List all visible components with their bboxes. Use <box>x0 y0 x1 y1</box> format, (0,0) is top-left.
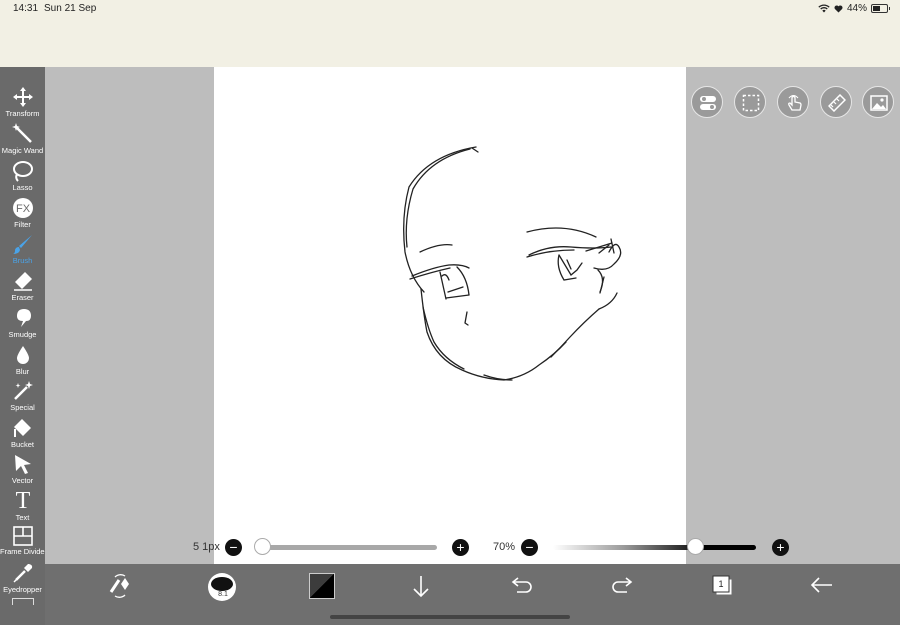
tool-label: Smudge <box>8 330 37 339</box>
svg-text:8.1: 8.1 <box>218 591 228 598</box>
tool-blur[interactable]: Blur <box>0 344 45 376</box>
toggle-icon <box>700 96 716 110</box>
tool-filter[interactable]: FX Filter <box>0 197 45 229</box>
droplet-icon <box>16 346 29 364</box>
status-time: 14:31 <box>13 3 39 14</box>
ruler-icon <box>828 94 846 112</box>
tool-lasso[interactable]: Lasso <box>0 160 45 192</box>
image-icon <box>870 95 888 111</box>
status-bar: 14:31 Sun 21 Sep 44% <box>0 0 900 67</box>
layers-button[interactable]: 1 <box>711 574 735 620</box>
eraser-icon <box>13 272 32 291</box>
drawing-canvas[interactable] <box>214 67 686 605</box>
size-plus-button[interactable]: + <box>452 539 469 556</box>
redo-button[interactable] <box>611 576 633 622</box>
heart-icon <box>834 4 843 13</box>
tool-label: Magic Wand <box>1 146 44 155</box>
eyedropper-icon <box>12 564 32 583</box>
tool-special[interactable]: Special <box>0 380 45 412</box>
quick-ruler-button[interactable] <box>820 86 852 118</box>
tool-bucket[interactable]: Bucket <box>0 417 45 449</box>
fx-icon: FX <box>12 198 33 218</box>
tool-label: Blur <box>15 367 30 376</box>
svg-text:1: 1 <box>718 579 723 589</box>
cursor-arrow-icon <box>14 455 31 474</box>
swap-tool-icon <box>109 574 129 598</box>
opacity-slider-knob[interactable] <box>687 538 705 555</box>
text-icon: T <box>15 488 30 512</box>
tool-label: Eraser <box>11 293 34 302</box>
opacity-value: 70% <box>493 541 516 553</box>
sketch-drawing <box>403 146 622 381</box>
tool-text[interactable]: T Text <box>0 488 45 522</box>
tool-eraser[interactable]: Eraser <box>0 270 45 302</box>
tool-label: Special <box>10 403 35 412</box>
wifi-icon <box>818 4 830 13</box>
tool-sidebar: Transform Magic Wand Lasso FX Filter Bru… <box>0 67 48 625</box>
tool-label: Vector <box>11 476 34 485</box>
redo-icon <box>612 577 633 593</box>
sparkle-pen-icon <box>13 381 33 400</box>
move-arrows-icon <box>12 87 33 107</box>
home-indicator <box>330 615 570 619</box>
tool-label: Bucket <box>11 440 34 449</box>
size-slider[interactable] <box>262 545 437 550</box>
quick-toggle-button[interactable] <box>691 86 723 118</box>
hand-touch-icon <box>788 94 802 111</box>
size-minus-button[interactable]: − <box>225 539 242 556</box>
download-arrow-icon <box>413 576 429 598</box>
lasso-icon <box>12 161 33 182</box>
back-arrow-icon <box>810 577 832 593</box>
frame-divider-icon <box>12 526 33 546</box>
tool-label: Brush <box>12 256 33 265</box>
tool-brush[interactable]: Brush <box>0 233 45 265</box>
tool-eyedropper[interactable]: Eyedropper <box>0 562 45 594</box>
quick-selection-button[interactable] <box>734 86 766 118</box>
swap-tool-button[interactable] <box>107 574 133 620</box>
tool-label: Frame Divider <box>0 547 48 556</box>
tool-label: Transform <box>5 109 40 118</box>
tool-frame-divider[interactable]: Frame Divider <box>0 526 48 556</box>
brush-preview-button[interactable]: 8.1 <box>207 572 237 618</box>
quick-touch-button[interactable] <box>777 86 809 118</box>
brush-icon <box>12 235 32 254</box>
svg-text:T: T <box>15 488 30 512</box>
layers-icon: 1 <box>712 575 733 596</box>
magic-wand-icon <box>11 123 32 143</box>
svg-text:FX: FX <box>15 203 30 215</box>
back-button[interactable] <box>810 576 834 622</box>
quick-image-button[interactable] <box>862 86 894 118</box>
bucket-icon <box>13 419 31 437</box>
tool-transform[interactable]: Transform <box>0 86 45 118</box>
tool-smudge[interactable]: Smudge <box>0 307 45 339</box>
smudge-icon <box>16 309 31 327</box>
opacity-plus-button[interactable]: + <box>772 539 789 556</box>
tool-label: Text <box>15 513 30 522</box>
minus-icon: − <box>229 539 238 555</box>
tool-label: Eyedropper <box>3 585 42 594</box>
brush-size-value: 5 1px <box>193 541 220 553</box>
tool-label: Filter <box>14 220 31 229</box>
undo-icon <box>511 577 532 593</box>
brush-preview-icon: 8.1 <box>208 573 236 601</box>
status-indicators: 44% <box>818 3 890 14</box>
battery-percent: 44% <box>846 3 867 14</box>
plus-icon: + <box>456 539 465 555</box>
selection-icon <box>742 94 760 112</box>
tool-label: Lasso <box>12 183 33 192</box>
tool-magic-wand[interactable]: Magic Wand <box>0 123 45 155</box>
size-slider-knob[interactable] <box>254 538 271 555</box>
download-button[interactable] <box>411 574 431 620</box>
status-date: Sun 21 Sep <box>44 3 97 14</box>
color-swatch <box>309 573 335 599</box>
minus-icon: − <box>525 539 534 555</box>
opacity-slider[interactable] <box>553 545 756 550</box>
opacity-minus-button[interactable]: − <box>521 539 538 556</box>
plus-icon: + <box>776 539 785 555</box>
toolbar-overflow-icon <box>12 598 34 605</box>
battery-icon <box>871 4 890 13</box>
tool-vector[interactable]: Vector <box>0 453 45 485</box>
color-swatch-button[interactable] <box>309 573 335 619</box>
